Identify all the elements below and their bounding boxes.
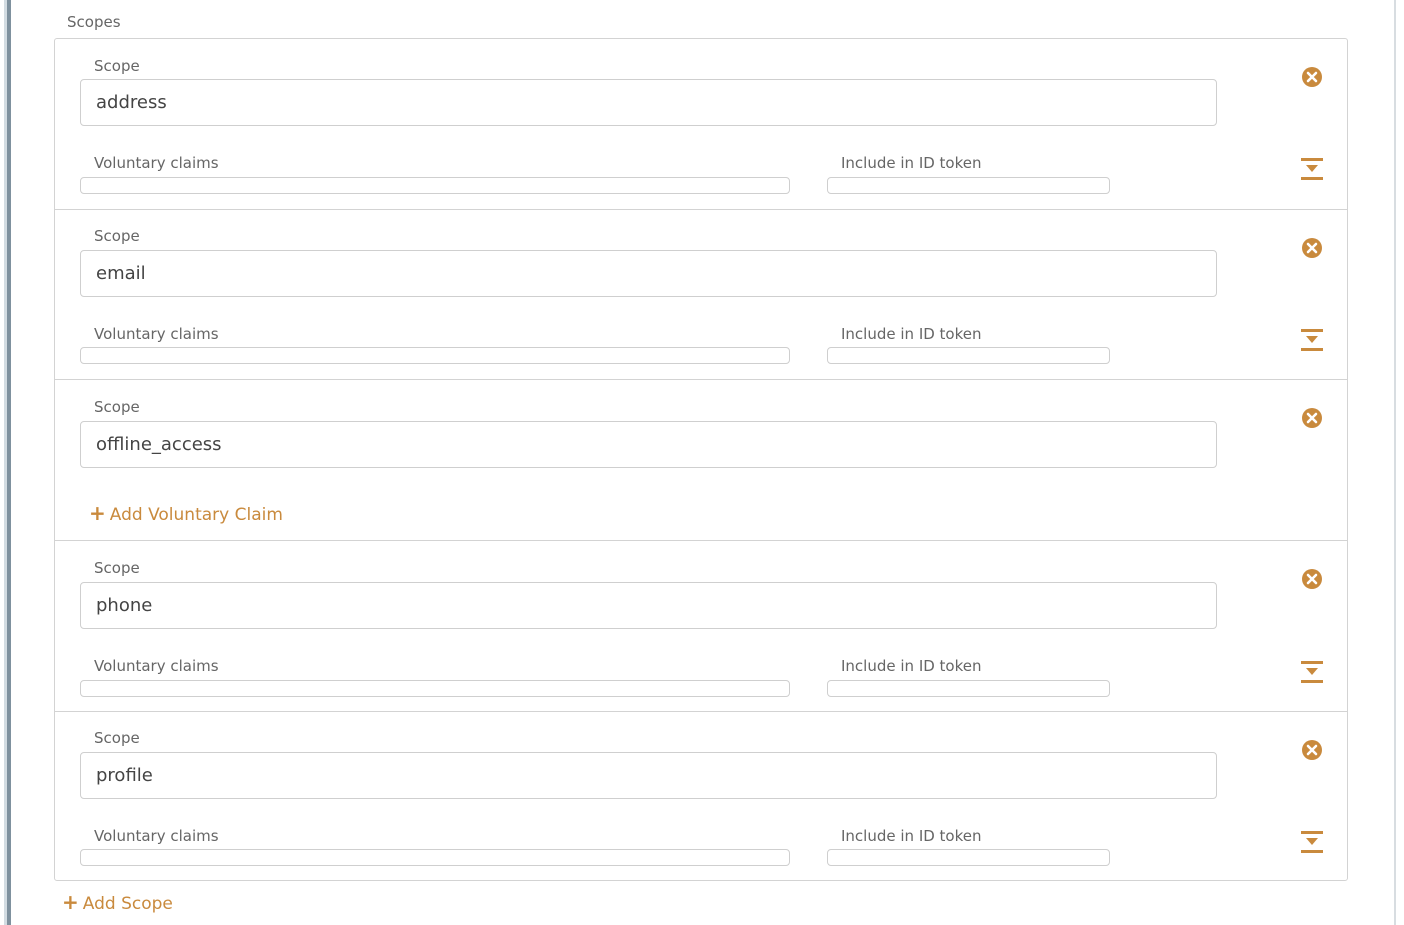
voluntary-claims-label: Voluntary claims <box>94 154 219 172</box>
scope-row-email: Scope email Voluntary claims Include in … <box>55 210 1347 380</box>
right-border <box>1394 0 1396 925</box>
scopes-list: Scope address Voluntary claims Include i… <box>54 38 1348 881</box>
scope-input[interactable]: email <box>80 250 1217 297</box>
voluntary-claims-input[interactable] <box>80 347 790 364</box>
include-id-token-input[interactable] <box>827 177 1110 194</box>
close-circle-icon[interactable] <box>1301 739 1323 761</box>
scope-label: Scope <box>94 729 140 747</box>
include-id-token-label: Include in ID token <box>841 657 982 675</box>
scope-row-address: Scope address Voluntary claims Include i… <box>55 39 1347 210</box>
voluntary-claims-label: Voluntary claims <box>94 657 219 675</box>
voluntary-claims-input[interactable] <box>80 680 790 697</box>
add-voluntary-claim-button[interactable]: + Add Voluntary Claim <box>89 503 283 525</box>
close-circle-icon[interactable] <box>1301 237 1323 259</box>
scope-row-phone: Scope phone Voluntary claims Include in … <box>55 541 1347 712</box>
add-scope-label: Add Scope <box>82 894 173 914</box>
scope-row-profile: Scope profile Voluntary claims Include i… <box>55 712 1347 880</box>
collapse-icon[interactable] <box>1300 157 1324 181</box>
voluntary-claims-label: Voluntary claims <box>94 827 219 845</box>
include-id-token-input[interactable] <box>827 849 1110 866</box>
collapse-icon[interactable] <box>1300 328 1324 352</box>
scope-input[interactable]: phone <box>80 582 1217 629</box>
scope-label: Scope <box>94 227 140 245</box>
scope-label: Scope <box>94 398 140 416</box>
voluntary-claims-input[interactable] <box>80 177 790 194</box>
plus-icon: + <box>62 890 79 914</box>
close-circle-icon[interactable] <box>1301 568 1323 590</box>
scopes-label: Scopes <box>67 13 121 31</box>
scope-label: Scope <box>94 559 140 577</box>
left-border <box>7 0 11 925</box>
include-id-token-label: Include in ID token <box>841 154 982 172</box>
close-circle-icon[interactable] <box>1301 66 1323 88</box>
voluntary-claims-label: Voluntary claims <box>94 325 219 343</box>
plus-icon: + <box>89 501 106 525</box>
voluntary-claims-input[interactable] <box>80 849 790 866</box>
scope-input[interactable]: address <box>80 79 1217 126</box>
collapse-icon[interactable] <box>1300 660 1324 684</box>
scope-input[interactable]: offline_access <box>80 421 1217 468</box>
scope-label: Scope <box>94 57 140 75</box>
collapse-icon[interactable] <box>1300 830 1324 854</box>
close-circle-icon[interactable] <box>1301 407 1323 429</box>
add-voluntary-claim-label: Add Voluntary Claim <box>109 505 283 525</box>
include-id-token-input[interactable] <box>827 680 1110 697</box>
include-id-token-label: Include in ID token <box>841 325 982 343</box>
add-scope-button[interactable]: + Add Scope <box>62 892 173 914</box>
include-id-token-label: Include in ID token <box>841 827 982 845</box>
scope-row-offline-access: Scope offline_access + Add Voluntary Clai… <box>55 380 1347 541</box>
scope-input[interactable]: profile <box>80 752 1217 799</box>
include-id-token-input[interactable] <box>827 347 1110 364</box>
